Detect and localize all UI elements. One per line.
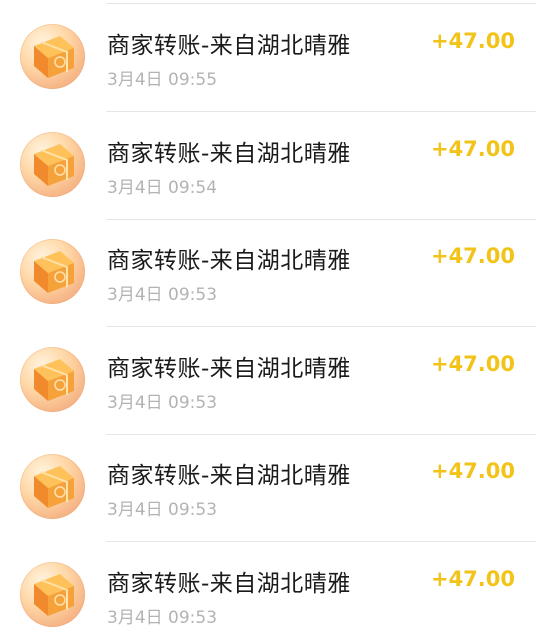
transaction-amount: +47.00 bbox=[430, 567, 515, 591]
transaction-row[interactable]: 商家转账-来自湖北晴雅 3月4日 09:54 +47.00 bbox=[0, 112, 536, 220]
gift-box-icon bbox=[20, 24, 85, 89]
gift-box-icon bbox=[20, 239, 85, 304]
transaction-amount: +47.00 bbox=[430, 244, 515, 268]
transaction-row[interactable]: 商家转账-来自湖北晴雅 3月4日 09:53 +47.00 bbox=[0, 434, 536, 542]
transaction-time: 3月4日 09:53 bbox=[107, 285, 218, 305]
transaction-row[interactable]: 商家转账-来自湖北晴雅 3月4日 09:53 +47.00 bbox=[0, 542, 536, 640]
transaction-title: 商家转账-来自湖北晴雅 bbox=[107, 463, 351, 489]
transaction-time: 3月4日 09:53 bbox=[107, 393, 218, 413]
transaction-amount: +47.00 bbox=[430, 29, 515, 53]
transaction-list: 商家转账-来自湖北晴雅 3月4日 09:55 +47.00 商家转账-来自湖北晴… bbox=[0, 0, 536, 640]
gift-box-icon bbox=[20, 132, 85, 197]
transaction-title: 商家转账-来自湖北晴雅 bbox=[107, 33, 351, 59]
transaction-time: 3月4日 09:55 bbox=[107, 70, 218, 90]
gift-box-icon bbox=[20, 454, 85, 519]
transaction-amount: +47.00 bbox=[430, 137, 515, 161]
transaction-row[interactable]: 商家转账-来自湖北晴雅 3月4日 09:55 +47.00 bbox=[0, 4, 536, 112]
transaction-title: 商家转账-来自湖北晴雅 bbox=[107, 141, 351, 167]
transaction-time: 3月4日 09:53 bbox=[107, 608, 218, 628]
transaction-time: 3月4日 09:54 bbox=[107, 178, 218, 198]
transaction-amount: +47.00 bbox=[430, 352, 515, 376]
transaction-row[interactable]: 商家转账-来自湖北晴雅 3月4日 09:53 +47.00 bbox=[0, 327, 536, 435]
transaction-row[interactable]: 商家转账-来自湖北晴雅 3月4日 09:53 +47.00 bbox=[0, 219, 536, 327]
gift-box-icon bbox=[20, 347, 85, 412]
transaction-title: 商家转账-来自湖北晴雅 bbox=[107, 571, 351, 597]
transaction-time: 3月4日 09:53 bbox=[107, 500, 218, 520]
transaction-amount: +47.00 bbox=[430, 459, 515, 483]
transaction-title: 商家转账-来自湖北晴雅 bbox=[107, 356, 351, 382]
gift-box-icon bbox=[20, 562, 85, 627]
transaction-title: 商家转账-来自湖北晴雅 bbox=[107, 248, 351, 274]
